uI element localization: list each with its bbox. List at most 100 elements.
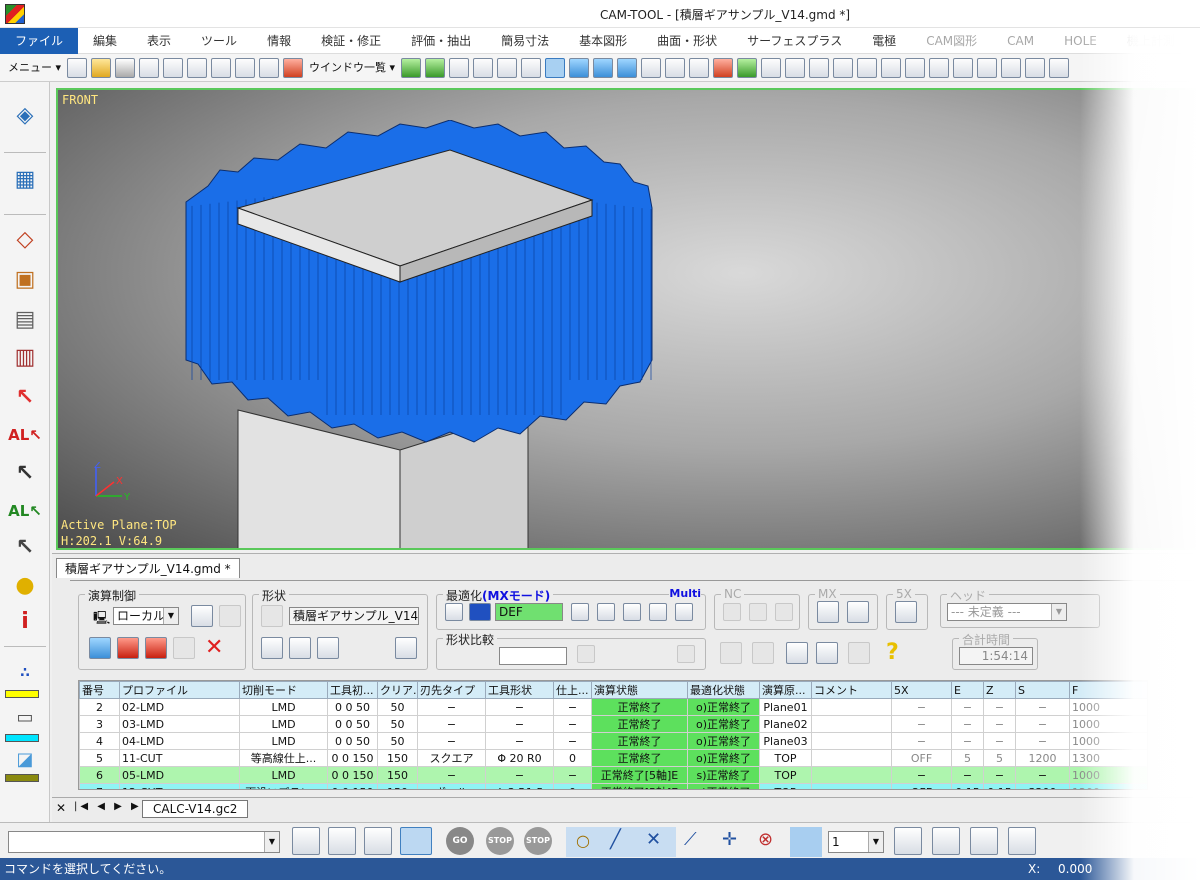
view-side-icon[interactable] bbox=[521, 57, 542, 78]
snap-endpoint-icon[interactable]: ✛ bbox=[722, 829, 737, 850]
select-all-red-icon[interactable]: AL↖ bbox=[8, 418, 42, 452]
menu-item-9[interactable]: 曲面・形状 bbox=[642, 28, 732, 54]
menu-item-4[interactable]: 情報 bbox=[252, 28, 306, 54]
shape-move-icon[interactable] bbox=[289, 637, 311, 659]
snap-surface-icon[interactable] bbox=[790, 827, 822, 857]
info-icon[interactable]: i bbox=[8, 604, 42, 638]
column-header-15[interactable]: S bbox=[1015, 681, 1070, 699]
select-arrow-icon[interactable]: ↖ bbox=[8, 456, 42, 490]
verify-icon[interactable] bbox=[816, 642, 838, 664]
shape-name-field[interactable]: 積層ギアサンプル_V14 bbox=[289, 607, 419, 625]
view-shaded-icon[interactable] bbox=[569, 57, 590, 78]
paste-icon[interactable] bbox=[259, 57, 280, 78]
nc-save-icon[interactable] bbox=[723, 603, 741, 621]
plane-icon[interactable]: ◇ bbox=[8, 222, 42, 256]
cancel-x-icon[interactable]: ✕ bbox=[205, 635, 223, 660]
view-box-icon[interactable] bbox=[593, 57, 614, 78]
shape-icon[interactable] bbox=[261, 605, 283, 627]
head-select[interactable]: --- 未定義 --- ▼ bbox=[947, 603, 1067, 621]
menu-item-8[interactable]: 基本図形 bbox=[564, 28, 642, 54]
render-mode-icon[interactable] bbox=[425, 57, 446, 78]
menu-dropdown[interactable]: メニュー ▾ bbox=[4, 57, 65, 79]
table-row[interactable]: 2 02-LMD LMD 0 0 50 50− − − 正常終了 o)正常終了 Plane01− −… bbox=[79, 698, 1147, 716]
column-header-14[interactable]: Z bbox=[983, 681, 1016, 699]
menu-item-14[interactable]: HOLE bbox=[1049, 28, 1112, 54]
ruler-icon[interactable]: ▥ bbox=[8, 340, 42, 374]
surface-3-icon[interactable] bbox=[809, 57, 830, 78]
new-file-icon[interactable] bbox=[67, 57, 88, 78]
hidden-line-icon[interactable] bbox=[689, 57, 710, 78]
point-check-icon[interactable] bbox=[857, 57, 878, 78]
tool-disabled-icon[interactable] bbox=[752, 642, 774, 664]
column-header-5[interactable]: 刃先タイプ bbox=[417, 681, 486, 699]
opt-info-icon[interactable] bbox=[623, 603, 641, 621]
print-icon[interactable] bbox=[977, 57, 998, 78]
list-disabled-icon[interactable] bbox=[848, 642, 870, 664]
compare-view-icon[interactable] bbox=[677, 645, 695, 663]
column-header-2[interactable]: 切削モード bbox=[239, 681, 328, 699]
column-header-4[interactable]: クリア... bbox=[377, 681, 418, 699]
optimize-icon[interactable] bbox=[445, 603, 463, 621]
column-header-9[interactable]: 最適化状態 bbox=[687, 681, 760, 699]
opt-tool-3-icon[interactable] bbox=[649, 603, 667, 621]
column-header-13[interactable]: E bbox=[951, 681, 984, 699]
mx-icon[interactable] bbox=[469, 603, 491, 621]
lightbulb-icon[interactable]: ● bbox=[8, 568, 42, 602]
wire-cylinder-icon[interactable] bbox=[641, 57, 662, 78]
snap-center-icon[interactable]: ⊗ bbox=[758, 829, 773, 850]
delete-x-icon[interactable] bbox=[283, 57, 304, 78]
run-selected-button[interactable] bbox=[117, 637, 139, 659]
window-list-dropdown[interactable]: ウインドウ一覧 ▾ bbox=[305, 57, 399, 79]
table-row[interactable]: 3 03-LMD LMD 0 0 50 50− − − 正常終了 o)正常終了 Plane02− −… bbox=[79, 715, 1147, 733]
layer-stack-icon[interactable]: ◈ bbox=[8, 98, 42, 132]
sheet-nav-arrows[interactable]: |◀ ◀ ▶ ▶| bbox=[74, 801, 148, 812]
cmd-chat-icon[interactable] bbox=[328, 827, 356, 855]
view-top-icon[interactable] bbox=[545, 57, 566, 78]
layer-icon[interactable] bbox=[449, 57, 470, 78]
pause-button[interactable] bbox=[173, 637, 195, 659]
command-input[interactable]: ▼ bbox=[8, 831, 280, 853]
shape-view-icon[interactable] bbox=[317, 637, 339, 659]
coordinate-icon[interactable]: ▣ bbox=[8, 262, 42, 296]
column-header-8[interactable]: 演算状態 bbox=[591, 681, 688, 699]
print-preview-icon[interactable] bbox=[1001, 57, 1022, 78]
window-layout-icon[interactable]: ▦ bbox=[8, 162, 42, 196]
mx-tool-2-icon[interactable] bbox=[847, 601, 869, 623]
shade-mode-icon[interactable] bbox=[401, 57, 422, 78]
sheet-tab[interactable]: CALC-V14.gc2 bbox=[142, 800, 249, 818]
measure-icon[interactable] bbox=[881, 57, 902, 78]
column-header-6[interactable]: 工具形状 bbox=[485, 681, 554, 699]
menu-item-11[interactable]: 電極 bbox=[857, 28, 911, 54]
close-sheet-icon[interactable]: ✕ bbox=[56, 801, 66, 815]
settings-gear-icon[interactable] bbox=[187, 57, 208, 78]
undo-icon[interactable] bbox=[139, 57, 160, 78]
export-icon[interactable] bbox=[1025, 57, 1046, 78]
surface-color-swatch[interactable] bbox=[5, 774, 39, 782]
help-icon[interactable] bbox=[953, 57, 974, 78]
cylinder-icon[interactable] bbox=[617, 57, 638, 78]
line-style-icon[interactable]: ▭ bbox=[8, 700, 42, 734]
shape-export-icon[interactable] bbox=[395, 637, 417, 659]
surface-style-icon[interactable]: ◪ bbox=[8, 742, 42, 776]
menu-item-2[interactable]: 表示 bbox=[132, 28, 186, 54]
cmd-list-icon[interactable] bbox=[292, 827, 320, 855]
point-color-swatch[interactable] bbox=[5, 690, 39, 698]
view-window-3-icon[interactable] bbox=[970, 827, 998, 855]
dimension-icon[interactable] bbox=[905, 57, 926, 78]
redo-icon[interactable] bbox=[163, 57, 184, 78]
stop-button-icon[interactable]: STOP bbox=[486, 827, 514, 855]
column-header-12[interactable]: 5X bbox=[891, 681, 952, 699]
table-row[interactable]: 4 04-LMD LMD 0 0 50 50− − − 正常終了 o)正常終了 Plane03− −… bbox=[79, 732, 1147, 750]
run-all-button[interactable] bbox=[145, 637, 167, 659]
copy-icon[interactable] bbox=[235, 57, 256, 78]
table-row[interactable]: 712-CUT面沿いプラン...0 0 150150ボールΦ 3 R1.50正常… bbox=[79, 783, 1147, 789]
column-header-7[interactable]: 仕上... bbox=[553, 681, 592, 699]
stop-all-button-icon[interactable]: STOP bbox=[524, 827, 552, 855]
surface-icon[interactable] bbox=[761, 57, 782, 78]
select-arrow-red-icon[interactable]: ↖ bbox=[8, 380, 42, 414]
opt-tool-1-icon[interactable] bbox=[571, 603, 589, 621]
menu-item-5[interactable]: 検証・修正 bbox=[306, 28, 396, 54]
color-r-icon[interactable] bbox=[713, 57, 734, 78]
check-list-icon[interactable] bbox=[786, 642, 808, 664]
surface-2-icon[interactable] bbox=[785, 57, 806, 78]
